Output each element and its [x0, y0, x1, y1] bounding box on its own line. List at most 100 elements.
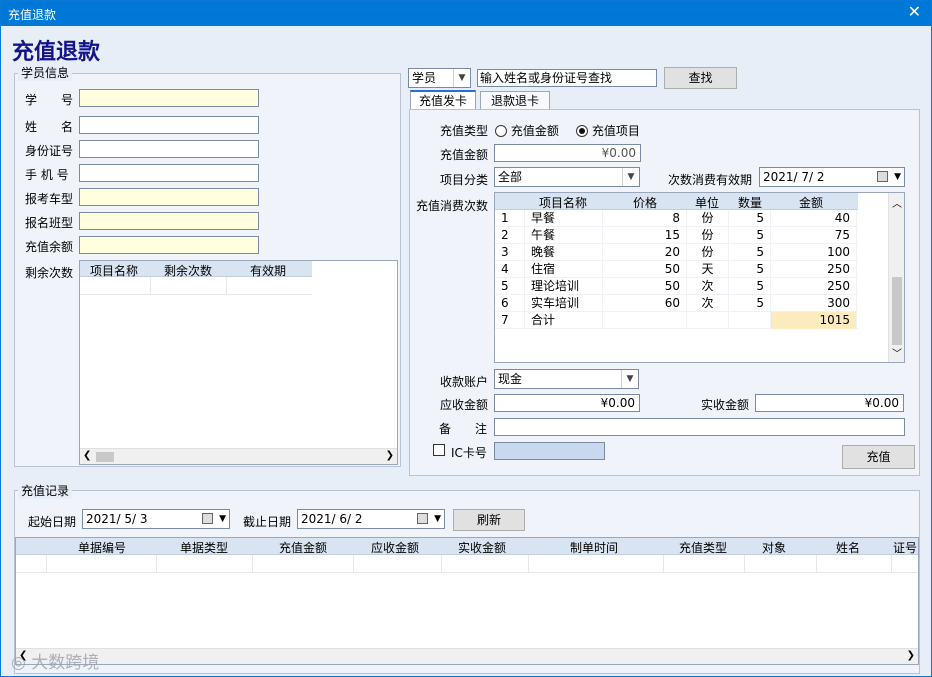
expiry-date-picker[interactable]: 2021/ 7/ 2 ▼ — [759, 167, 905, 187]
cell-amount: 75 — [771, 227, 857, 244]
remark-field[interactable] — [494, 418, 905, 436]
student-info-label: 学员信息 — [18, 64, 73, 81]
balance-field[interactable] — [79, 236, 259, 254]
start-date-picker[interactable]: 2021/ 5/ 3 ▼ — [82, 509, 230, 529]
col-receivable: 应收金额 — [371, 541, 420, 555]
cell-qty: 5 — [729, 227, 771, 244]
receivable-label: 应收金额 — [440, 398, 489, 412]
table-row[interactable]: 3 晚餐 20 份 5 100 — [495, 244, 858, 261]
class-type-field[interactable] — [79, 212, 259, 230]
scroll-down-icon[interactable]: ﹀ — [892, 345, 902, 360]
received-field[interactable]: ¥0.00 — [755, 394, 904, 412]
received-label: 实收金额 — [701, 398, 750, 412]
row-divider — [353, 555, 354, 573]
col-target: 对象 — [762, 541, 787, 555]
chevron-down-icon[interactable]: ▼ — [453, 69, 470, 87]
table-row[interactable]: 6 实车培训 60 次 5 300 — [495, 295, 858, 312]
vehicle-type-field[interactable] — [79, 188, 259, 206]
ic-card-field[interactable] — [494, 442, 605, 460]
chevron-down-icon[interactable]: ▼ — [894, 168, 901, 186]
scroll-right-icon[interactable]: ❯ — [907, 650, 915, 661]
start-date-label: 起始日期 — [28, 515, 77, 529]
end-date-label: 截止日期 — [243, 515, 292, 529]
chevron-down-icon[interactable]: ▼ — [434, 510, 441, 528]
col-price: 价格 — [633, 196, 658, 210]
cell-price: 50 — [603, 261, 687, 278]
category-select[interactable]: 全部 ▼ — [494, 167, 640, 187]
id-number-field[interactable] — [79, 140, 259, 158]
cell-no: 1 — [495, 210, 525, 227]
cell-no: 2 — [495, 227, 525, 244]
records-label: 充值记录 — [18, 482, 73, 499]
cell-no: 3 — [495, 244, 525, 261]
calendar-icon[interactable] — [202, 513, 213, 524]
refresh-button[interactable]: 刷新 — [453, 509, 525, 531]
cell-price: 50 — [603, 278, 687, 295]
scroll-up-icon[interactable]: ︿ — [892, 195, 902, 210]
cell-name: 午餐 — [525, 227, 603, 244]
col-id-number: 证号 — [893, 541, 917, 555]
chevron-down-icon[interactable]: ▼ — [621, 370, 638, 388]
recharge-button[interactable]: 充值 — [842, 445, 915, 469]
field-label-student-no: 学 号 — [25, 93, 74, 107]
cell-no: 5 — [495, 278, 525, 295]
recharge-refund-window: 充值退款 ✕ 充值退款 学员信息 学 号 姓 名 身份证号 手 机 号 报考车型… — [0, 0, 932, 677]
radio-checked-icon[interactable] — [576, 125, 588, 137]
cell-qty: 5 — [729, 295, 771, 312]
scroll-thumb[interactable] — [892, 277, 902, 345]
title-bar: 充值退款 ✕ — [1, 1, 931, 26]
name-field[interactable] — [79, 116, 259, 134]
recharge-amount-field[interactable]: ¥0.00 — [494, 144, 641, 162]
calendar-icon[interactable] — [417, 513, 428, 524]
cell-amount: 1015 — [771, 312, 857, 329]
window-client: 充值退款 学员信息 学 号 姓 名 身份证号 手 机 号 报考车型 报名班型 充… — [1, 26, 931, 676]
student-no-field[interactable] — [79, 89, 259, 107]
cell-amount: 40 — [771, 210, 857, 227]
col-bill-type: 单据类型 — [180, 541, 229, 555]
account-select[interactable]: 现金 ▼ — [494, 369, 639, 389]
chevron-down-icon[interactable]: ▼ — [219, 510, 226, 528]
tab-refund[interactable]: 退款退卡 — [480, 91, 550, 110]
receivable-field[interactable]: ¥0.00 — [494, 394, 640, 412]
table-row[interactable]: 4 住宿 50 天 5 250 — [495, 261, 858, 278]
records-h-scrollbar[interactable]: ❮ ❯ — [16, 648, 918, 664]
table-row[interactable]: 1 早餐 8 份 5 40 — [495, 210, 858, 227]
search-button[interactable]: 查找 — [664, 67, 737, 89]
watermark: ◎ 大数跨境 — [11, 648, 99, 673]
checkbox-icon[interactable] — [433, 444, 445, 456]
phone-field[interactable] — [79, 164, 259, 182]
cell-qty: 5 — [729, 278, 771, 295]
cell-unit: 次 — [687, 295, 729, 312]
table-row[interactable]: 7 合计 1015 — [495, 312, 858, 329]
scroll-right-icon[interactable]: ❯ — [386, 450, 394, 461]
chevron-down-icon[interactable]: ▼ — [622, 168, 639, 186]
col-created-time: 制单时间 — [570, 541, 619, 555]
category-label: 项目分类 — [440, 173, 489, 187]
calendar-icon[interactable] — [877, 171, 888, 182]
table-row[interactable]: 2 午餐 15 份 5 75 — [495, 227, 858, 244]
ic-card-checkbox[interactable] — [433, 444, 445, 459]
end-date-picker[interactable]: 2021/ 6/ 2 ▼ — [297, 509, 445, 529]
recharge-v-scrollbar[interactable]: ︿ ﹀ — [888, 193, 904, 362]
radio-icon[interactable] — [495, 125, 507, 137]
option-recharge-project[interactable]: 充值项目 — [576, 122, 640, 139]
cell-price: 15 — [603, 227, 687, 244]
cell-price: 8 — [603, 210, 687, 227]
remaining-h-scrollbar[interactable]: ❮ ❯ — [80, 448, 397, 464]
tab-recharge[interactable]: 充值发卡 — [410, 90, 476, 110]
row-divider — [891, 555, 892, 573]
cell-no: 6 — [495, 295, 525, 312]
option-recharge-amount[interactable]: 充值金额 — [495, 122, 559, 139]
close-icon[interactable]: ✕ — [908, 4, 921, 20]
recharge-type-label: 充值类型 — [440, 124, 489, 138]
window-title: 充值退款 — [8, 8, 57, 22]
times-label: 充值消费次数 — [416, 199, 489, 213]
col-recharge-amount: 充值金额 — [279, 541, 328, 555]
scroll-left-icon[interactable]: ❮ — [83, 450, 91, 461]
search-type-select[interactable]: 学员 ▼ — [408, 68, 471, 88]
search-input[interactable]: 输入姓名或身份证号查找 — [477, 69, 657, 87]
scroll-thumb[interactable] — [96, 452, 114, 462]
cell-name: 早餐 — [525, 210, 603, 227]
table-row[interactable]: 5 理论培训 50 次 5 250 — [495, 278, 858, 295]
cell-amount: 250 — [771, 278, 857, 295]
